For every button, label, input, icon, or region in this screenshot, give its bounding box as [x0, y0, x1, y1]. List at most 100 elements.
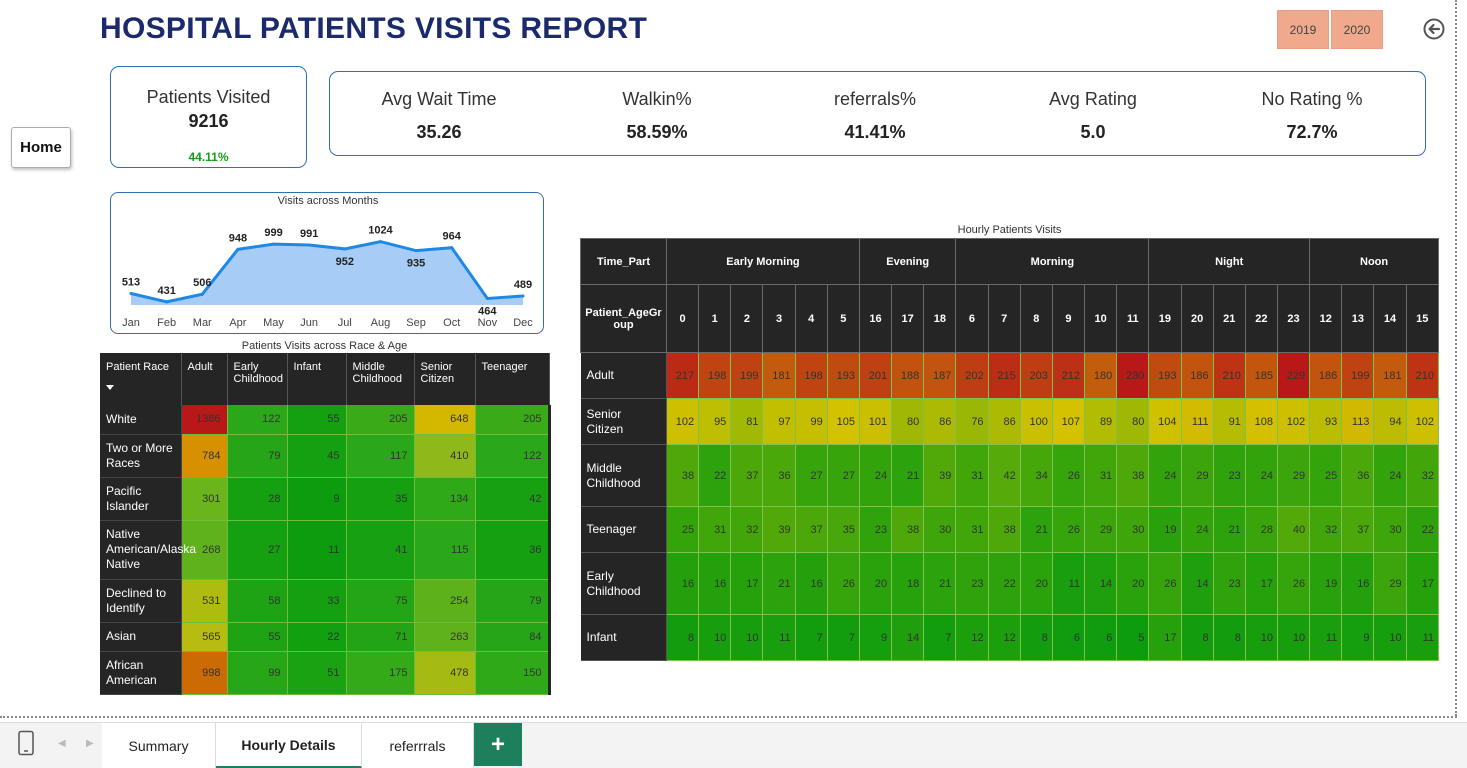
hourly-cell: 229 [1277, 352, 1311, 399]
hour-header: 4 [794, 284, 828, 353]
hourly-cell: 199 [1341, 352, 1375, 399]
hourly-cell: 19 [1148, 506, 1182, 553]
hourly-row-label: Early Childhood [580, 552, 667, 615]
year-2019-button[interactable]: 2019 [1277, 10, 1329, 49]
chart-point [378, 240, 382, 244]
race-cell: 263 [414, 622, 476, 652]
race-row: Two or More Races 784 79 45 117 410 122 [100, 434, 551, 478]
race-cell: 9 [287, 477, 347, 521]
hourly-cell: 42 [988, 444, 1021, 507]
tab-hourly-details[interactable]: Hourly Details [216, 723, 362, 768]
add-sheet-button[interactable]: + [474, 723, 522, 766]
scroll-left-icon[interactable]: ◀ [58, 738, 66, 749]
age-group-header: Adult [181, 353, 228, 405]
hour-header: 5 [826, 284, 860, 353]
chart-x-tick: Nov [478, 317, 498, 329]
hourly-row: Infant 8 10 10 11 7 7 9 14 7 12 12 8 6 6 5 17 8 8 10 10 11 9 10… [580, 614, 1440, 661]
hour-header: 8 [1019, 284, 1053, 353]
hourly-cell: 23 [1213, 444, 1246, 507]
race-row: White 1386 122 55 205 648 205 [100, 405, 551, 435]
hourly-cell: 8 [1181, 614, 1214, 661]
race-cell: 531 [181, 579, 228, 623]
hour-header: 11 [1116, 284, 1150, 353]
hour-header: 15 [1405, 284, 1440, 353]
hourly-cell: 26 [1148, 552, 1182, 615]
hourly-row: Middle Childhood 38 22 37 36 27 27 24 21 39 31 42 34… [580, 444, 1440, 507]
dashboard-page: HOSPITAL PATIENTS VISITS REPORT 2019 202… [0, 0, 1467, 768]
mobile-view-icon[interactable] [17, 730, 35, 756]
hourly-cell: 14 [1084, 552, 1118, 615]
hourly-cell: 38 [666, 444, 700, 507]
race-row-label: African American [100, 651, 182, 695]
hourly-cell: 26 [1277, 552, 1311, 615]
hour-header: 23 [1276, 284, 1311, 353]
age-group-header: Senior Citizen [414, 353, 476, 405]
hourly-cell: 21 [762, 552, 796, 615]
race-row: Pacific Islander 301 28 9 35 134 42 [100, 477, 551, 521]
hourly-cell: 17 [730, 552, 764, 615]
chart-x-tick: Apr [229, 317, 246, 329]
chart-data-label: 991 [300, 228, 318, 240]
race-cell: 205 [475, 405, 551, 435]
year-2020-button[interactable]: 2020 [1331, 10, 1383, 49]
hourly-cell: 21 [891, 444, 925, 507]
hourly-cell: 193 [827, 352, 860, 399]
hour-header: 17 [891, 284, 925, 353]
back-arrow-icon[interactable] [1422, 17, 1446, 41]
race-cell: 175 [346, 651, 415, 695]
hourly-cell: 186 [1309, 352, 1343, 399]
chart-data-label: 948 [229, 232, 247, 244]
race-row-label: Pacific Islander [100, 477, 182, 521]
race-row-label: Two or More Races [100, 434, 182, 478]
race-cell: 27 [227, 520, 288, 580]
chart-data-label: 506 [193, 277, 211, 289]
hourly-cell: 14 [891, 614, 925, 661]
hourly-cell: 10 [1373, 614, 1407, 661]
hourly-cell: 31 [955, 506, 989, 553]
filter-dropdown-icon[interactable] [106, 385, 114, 390]
chart-data-label: 431 [157, 285, 175, 297]
hourly-cell: 24 [859, 444, 893, 507]
patients-visited-card: Patients Visited 9216 44.11% [110, 66, 307, 168]
tab-summary[interactable]: Summary [102, 723, 216, 768]
race-cell: 84 [475, 622, 551, 652]
chart-data-label: 964 [443, 231, 462, 243]
race-cell: 11 [287, 520, 347, 580]
hour-header: 10 [1084, 284, 1118, 353]
hourly-cell: 11 [762, 614, 796, 661]
chart-point [450, 246, 454, 250]
hour-header: 19 [1148, 284, 1182, 353]
race-cell: 410 [414, 434, 476, 478]
hourly-cell: 198 [795, 352, 828, 399]
chart-x-tick: Dec [513, 317, 533, 329]
hourly-cell: 32 [730, 506, 764, 553]
scroll-right-icon[interactable]: ▶ [86, 738, 94, 749]
home-button[interactable]: Home [11, 127, 71, 168]
race-cell: 301 [181, 477, 228, 521]
race-cell: 45 [287, 434, 347, 478]
race-table-title: Patients Visits across Race & Age [241, 340, 408, 352]
race-header-label[interactable]: Patient Race [100, 353, 182, 405]
hourly-cell: 193 [1148, 352, 1182, 399]
hourly-cell: 20 [859, 552, 893, 615]
hourly-cell: 203 [1020, 352, 1053, 399]
kpi-value: 35.26 [416, 122, 462, 142]
race-cell: 115 [414, 520, 476, 580]
hourly-cell: 9 [859, 614, 893, 661]
kpi-no-rating-pct: No Rating % 72.7% [1212, 72, 1412, 143]
hour-header: 6 [955, 284, 989, 353]
hourly-cell: 20 [1116, 552, 1150, 615]
race-row-label: Asian [100, 622, 182, 652]
hourly-cell: 16 [795, 552, 828, 615]
chart-x-tick: Jul [338, 317, 352, 329]
hourly-cell: 180 [1084, 352, 1118, 399]
hourly-cell: 104 [1148, 398, 1182, 445]
kpi-label: Avg Wait Time [381, 89, 497, 109]
hourly-cell: 91 [1213, 398, 1246, 445]
hourly-cell: 201 [859, 352, 893, 399]
tab-referrals[interactable]: referrrals [362, 723, 474, 768]
kpi-walkin-pct: Walkin% 58.59% [557, 72, 757, 143]
hourly-cell: 188 [891, 352, 925, 399]
hourly-cell: 29 [1277, 444, 1311, 507]
hourly-cell: 10 [730, 614, 764, 661]
